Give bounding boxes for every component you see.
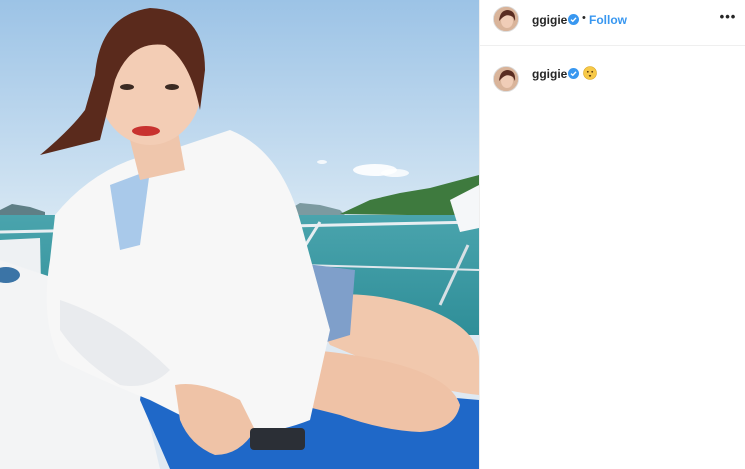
verified-badge-icon — [568, 68, 579, 79]
caption-username-link[interactable]: ggigie — [532, 67, 567, 81]
follow-button[interactable]: Follow — [589, 13, 627, 27]
post-image — [0, 0, 479, 469]
caption-avatar[interactable] — [493, 66, 519, 92]
separator-dot: • — [582, 12, 586, 24]
more-options-icon[interactable]: ••• — [718, 9, 738, 27]
neutral-face-emoji-icon — [583, 66, 597, 80]
post-photo[interactable] — [0, 0, 479, 469]
avatar[interactable] — [493, 6, 519, 32]
verified-badge-icon — [568, 14, 579, 25]
avatar-image — [494, 67, 518, 91]
username-link[interactable]: ggigie — [532, 13, 567, 27]
avatar-image — [494, 7, 518, 31]
post-sidebar: ggigie • Follow ••• ggigie — [479, 0, 745, 469]
post-header: ggigie • Follow ••• — [480, 0, 745, 46]
